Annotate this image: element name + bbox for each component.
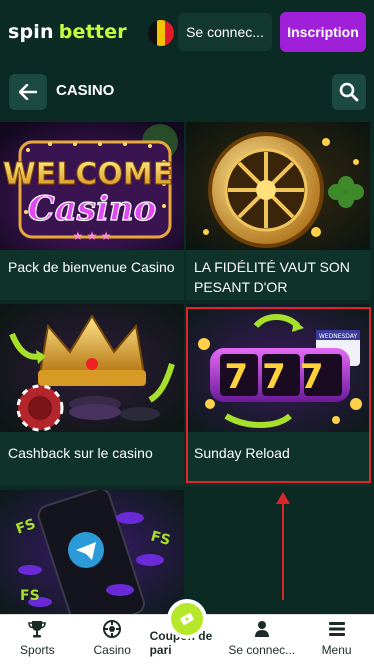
ball-icon bbox=[102, 619, 122, 639]
promo-image-welcome: WELCOME Casino ★ ★ ★ bbox=[0, 122, 184, 250]
user-icon bbox=[252, 619, 272, 639]
search-button[interactable] bbox=[332, 74, 366, 110]
promo-card-telegram[interactable]: FS FS FS bbox=[0, 490, 184, 614]
menu-icon bbox=[327, 619, 347, 639]
ticket-icon bbox=[170, 603, 203, 635]
nav-label-casino: Casino bbox=[93, 643, 131, 657]
arrow-left-icon bbox=[19, 84, 37, 100]
annotation-arrow-head bbox=[276, 492, 290, 504]
welcome-art-text: WELCOME bbox=[3, 157, 174, 192]
promo-label-loyalty-line1: LA FIDÉLITÉ VAUT SON bbox=[194, 259, 350, 275]
promo-label-loyalty: LA FIDÉLITÉ VAUT SON PESANT D'OR bbox=[194, 257, 350, 297]
promo-card-welcome[interactable]: WELCOME Casino ★ ★ ★ Pack de bienvenue C… bbox=[0, 122, 184, 300]
signup-button[interactable]: Inscription bbox=[280, 12, 366, 52]
signup-button-label: Inscription bbox=[287, 24, 359, 40]
nav-label-login: Se connec... bbox=[228, 643, 296, 657]
nav-item-menu[interactable]: Menu bbox=[299, 615, 374, 669]
promo-label-sunday-reload: Sunday Reload bbox=[194, 445, 290, 461]
promo-card-cashback[interactable]: Cashback sur le casino bbox=[0, 304, 184, 486]
nav-label-sports: Sports bbox=[20, 643, 55, 657]
login-button-label: Se connec... bbox=[186, 24, 264, 40]
nav-item-coupon[interactable]: Coupon de pari bbox=[150, 603, 225, 669]
promo-image-cashback bbox=[0, 304, 184, 432]
page-title: CASINO bbox=[56, 82, 115, 99]
promo-card-sunday-reload[interactable]: WEDNESDAY 777 Sunday Reload bbox=[186, 304, 370, 486]
promo-image-telegram: FS FS FS bbox=[0, 490, 184, 614]
annotation-arrow-line bbox=[282, 498, 284, 600]
promo-image-sunday-reload: WEDNESDAY 777 bbox=[186, 304, 370, 432]
back-button[interactable] bbox=[9, 74, 47, 110]
slot-digits-art-text: 777 bbox=[225, 357, 338, 397]
casino-art-text: Casino bbox=[28, 189, 157, 229]
logo-spin-text: spin bbox=[8, 21, 54, 43]
promo-label-loyalty-line2: PESANT D'OR bbox=[194, 279, 288, 295]
trophy-icon bbox=[27, 619, 47, 639]
search-icon bbox=[339, 82, 359, 102]
nav-item-casino[interactable]: Casino bbox=[75, 615, 150, 669]
svg-text:★ ★ ★: ★ ★ ★ bbox=[73, 229, 112, 243]
promo-label-cashback: Cashback sur le casino bbox=[8, 445, 153, 461]
spinbetter-logo[interactable]: spin better bbox=[8, 21, 127, 43]
promo-label-welcome: Pack de bienvenue Casino bbox=[8, 259, 175, 275]
login-button[interactable]: Se connec... bbox=[178, 13, 272, 51]
fs-art-text-3: FS bbox=[20, 588, 40, 604]
nav-label-menu: Menu bbox=[321, 643, 352, 657]
promo-card-loyalty[interactable]: LA FIDÉLITÉ VAUT SON PESANT D'OR bbox=[186, 122, 370, 300]
calendar-art-text: WEDNESDAY bbox=[319, 333, 358, 340]
nav-item-sports[interactable]: Sports bbox=[0, 615, 75, 669]
promo-image-loyalty bbox=[186, 122, 370, 250]
bottom-navigation: Sports Casino Coupon de pari Se connec..… bbox=[0, 603, 374, 669]
section-header: CASINO bbox=[0, 66, 374, 118]
nav-item-login[interactable]: Se connec... bbox=[224, 615, 299, 669]
belgium-flag-icon[interactable] bbox=[148, 20, 174, 46]
logo-better-text: better bbox=[58, 21, 127, 43]
